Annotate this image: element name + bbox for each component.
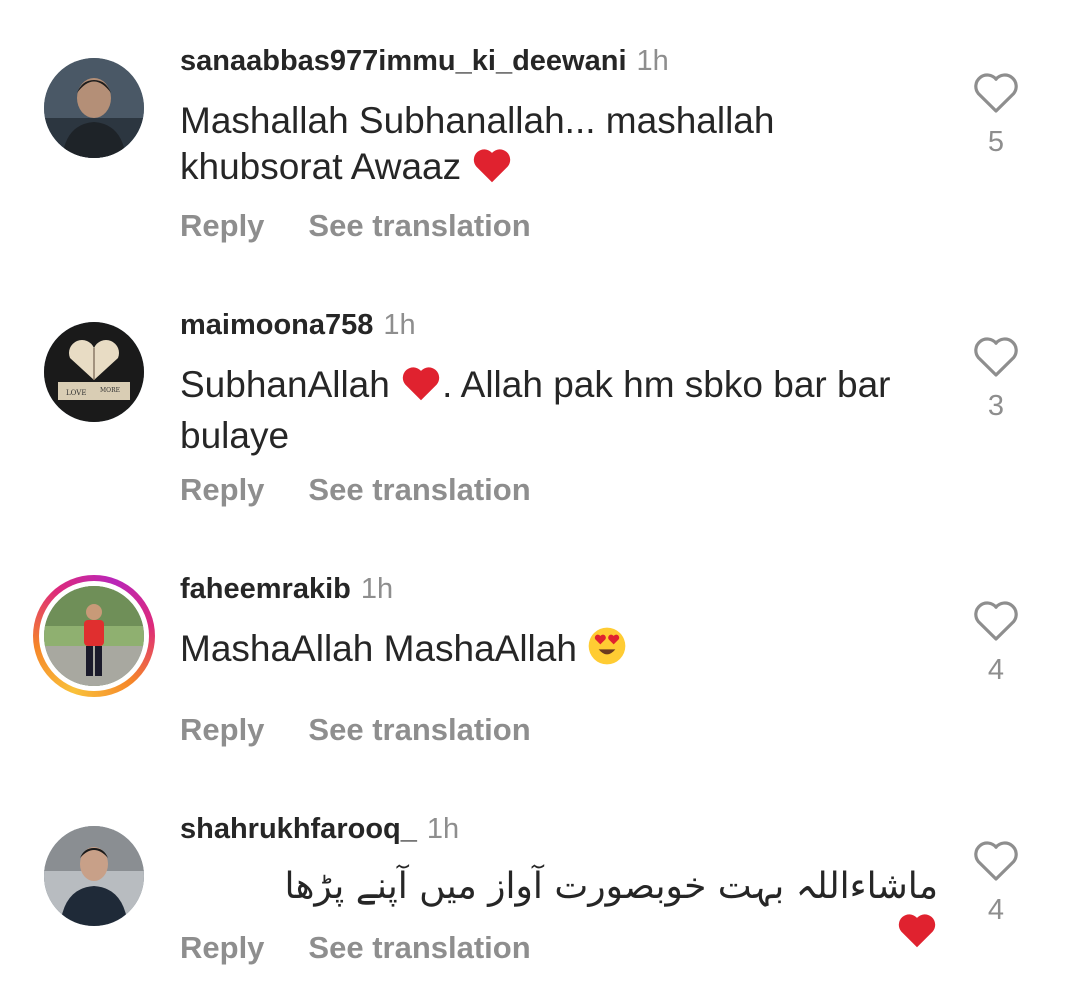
heart-outline-icon[interactable] — [972, 838, 1020, 882]
reply-button[interactable]: Reply — [180, 208, 264, 243]
red-heart-emoji-icon — [471, 146, 513, 195]
comment-text-fragment: SubhanAllah — [180, 364, 390, 405]
like-count: 4 — [987, 894, 1005, 926]
story-ring[interactable] — [33, 575, 155, 697]
comment-header: maimoona758 1h — [180, 308, 416, 342]
username[interactable]: faheemrakib — [180, 573, 351, 605]
reply-button[interactable]: Reply — [180, 472, 264, 507]
username[interactable]: sanaabbas977immu_ki_deewani — [180, 45, 627, 77]
comment-header: faheemrakib 1h — [180, 572, 393, 606]
like-count: 3 — [987, 390, 1005, 422]
timestamp: 1h — [636, 45, 669, 77]
comment-actions: Reply See translation — [180, 930, 531, 966]
avatar[interactable] — [44, 58, 144, 158]
love-book-image-icon: LOVE MORE — [44, 322, 144, 422]
reply-button[interactable]: Reply — [180, 712, 264, 747]
heart-eyes-emoji-icon — [587, 626, 627, 677]
comment-text-line: khubsorat Awaaz — [180, 144, 940, 195]
comment-actions: Reply See translation — [180, 472, 531, 508]
comment-text: Mashallah Subhanallah... mashallah khubs… — [180, 98, 940, 195]
comment-text-line: SubhanAllah . Allah pak hm sbko bar bar — [180, 362, 940, 413]
avatar-text-more: MORE — [100, 387, 120, 394]
username[interactable]: maimoona758 — [180, 309, 373, 341]
comment-text-line: Mashallah Subhanallah... mashallah — [180, 100, 775, 141]
comment-text-line: MashaAllah MashaAllah — [180, 626, 940, 677]
see-translation-button[interactable]: See translation — [308, 712, 530, 747]
comment-text-fragment: . Allah pak hm sbko bar bar — [442, 364, 891, 405]
user-photo-icon — [44, 58, 144, 158]
comment-header: sanaabbas977immu_ki_deewani 1h — [180, 44, 669, 78]
like-count: 5 — [987, 126, 1005, 158]
like-count: 4 — [987, 654, 1005, 686]
heart-outline-icon[interactable] — [972, 598, 1020, 642]
username[interactable]: shahrukhfarooq_ — [180, 813, 417, 845]
see-translation-button[interactable]: See translation — [308, 208, 530, 243]
comment-text-fragment: MashaAllah MashaAllah — [180, 628, 577, 669]
avatar-text-love: LOVE — [66, 389, 86, 397]
comment-text: SubhanAllah . Allah pak hm sbko bar bar … — [180, 362, 940, 459]
avatar[interactable] — [44, 586, 144, 686]
user-photo-icon — [44, 586, 144, 686]
timestamp: 1h — [426, 813, 460, 845]
comment-text: MashaAllah MashaAllah — [180, 626, 940, 677]
comment-actions: Reply See translation — [180, 712, 531, 748]
avatar[interactable] — [44, 826, 144, 926]
comment-text-fragment: khubsorat Awaaz — [180, 146, 462, 187]
heart-outline-icon[interactable] — [972, 70, 1020, 114]
comment-actions: Reply See translation — [180, 208, 531, 244]
red-heart-emoji-icon — [400, 364, 442, 413]
comment-header: shahrukhfarooq_ 1h — [180, 812, 459, 846]
user-photo-icon — [44, 826, 144, 926]
comment-text-line: bulaye — [180, 415, 290, 456]
avatar[interactable]: LOVE MORE — [44, 322, 144, 422]
reply-button[interactable]: Reply — [180, 930, 264, 965]
see-translation-button[interactable]: See translation — [308, 472, 530, 507]
timestamp: 1h — [360, 573, 394, 605]
timestamp: 1h — [383, 309, 416, 341]
red-heart-emoji-icon — [896, 911, 938, 961]
see-translation-button[interactable]: See translation — [308, 930, 530, 965]
heart-outline-icon[interactable] — [972, 334, 1020, 378]
comment-text-fragment: ماشاءاللہ بہت خوبصورت آواز میں آپنے پڑھا — [284, 866, 938, 907]
